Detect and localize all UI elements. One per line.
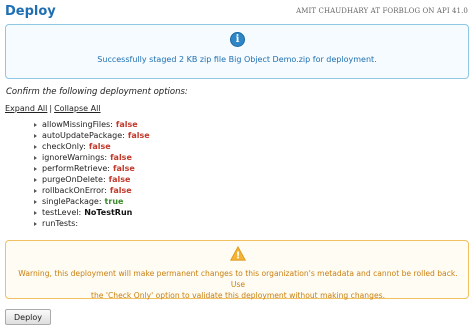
success-message-box: i Successfully staged 2 KB zip file Big … xyxy=(5,24,469,79)
deployment-options-list: allowMissingFiles: false autoUpdatePackag… xyxy=(34,119,150,229)
deploy-button[interactable]: Deploy xyxy=(5,309,52,325)
option-key: runTests: xyxy=(42,219,79,228)
option-item[interactable]: autoUpdatePackage: false xyxy=(34,130,150,141)
warning-icon-glyph: ! xyxy=(236,251,240,261)
warning-line-1: Warning, this deployment will make perma… xyxy=(18,269,458,289)
option-value: false xyxy=(88,142,111,151)
option-value: false xyxy=(108,175,131,184)
option-value: NoTestRun xyxy=(84,208,133,217)
option-key: purgeOnDelete: xyxy=(42,175,106,184)
expand-arrow-icon xyxy=(34,155,37,160)
success-message: Successfully staged 2 KB zip file Big Ob… xyxy=(97,55,377,64)
expand-arrow-icon xyxy=(34,133,37,138)
option-item[interactable]: purgeOnDelete: false xyxy=(34,174,150,185)
option-item[interactable]: performRetrieve: false xyxy=(34,163,150,174)
expand-arrow-icon xyxy=(34,177,37,182)
user-org-info: AMIT CHAUDHARY AT FORBLOG ON API 41.0 xyxy=(296,7,468,15)
expand-arrow-icon xyxy=(34,188,37,193)
option-key: performRetrieve: xyxy=(42,164,110,173)
option-value: false xyxy=(110,153,132,162)
expand-arrow-icon xyxy=(34,199,37,204)
collapse-all-link[interactable]: Collapse All xyxy=(54,104,100,113)
page-header: Deploy AMIT CHAUDHARY AT FORBLOG ON API … xyxy=(0,0,474,22)
option-value: false xyxy=(112,164,135,173)
option-item[interactable]: checkOnly: false xyxy=(34,141,150,152)
option-key: checkOnly: xyxy=(42,142,86,151)
option-key: rollbackOnError: xyxy=(42,186,107,195)
option-item[interactable]: testLevel: NoTestRun xyxy=(34,207,150,218)
warning-line-2: the 'Check Only' option to validate this… xyxy=(91,291,385,300)
expand-all-link[interactable]: Expand All xyxy=(5,104,47,113)
option-key: singlePackage: xyxy=(42,197,102,206)
option-value: false xyxy=(109,186,132,195)
option-item[interactable]: runTests: xyxy=(34,218,150,229)
option-key: allowMissingFiles: xyxy=(42,120,113,129)
option-item[interactable]: singlePackage: true xyxy=(34,196,150,207)
warning-message: Warning, this deployment will make perma… xyxy=(16,268,460,301)
expand-arrow-icon xyxy=(34,221,37,226)
option-value: false xyxy=(115,120,138,129)
option-item[interactable]: allowMissingFiles: false xyxy=(34,119,150,130)
info-icon: i xyxy=(230,32,245,47)
expand-arrow-icon xyxy=(34,210,37,215)
option-value: false xyxy=(127,131,150,140)
warning-icon: ! xyxy=(230,246,246,261)
option-item[interactable]: ignoreWarnings: false xyxy=(34,152,150,163)
expand-collapse-links: Expand All | Collapse All xyxy=(5,104,101,113)
option-key: autoUpdatePackage: xyxy=(42,131,125,140)
option-value: true xyxy=(104,197,124,206)
page-title: Deploy xyxy=(5,3,56,19)
warning-message-box: ! Warning, this deployment will make per… xyxy=(5,240,469,301)
confirm-heading: Confirm the following deployment options… xyxy=(6,87,188,97)
option-key: ignoreWarnings: xyxy=(42,153,108,162)
expand-arrow-icon xyxy=(34,144,37,149)
option-item[interactable]: rollbackOnError: false xyxy=(34,185,150,196)
expand-arrow-icon xyxy=(34,122,37,127)
option-key: testLevel: xyxy=(42,208,82,217)
expand-arrow-icon xyxy=(34,166,37,171)
